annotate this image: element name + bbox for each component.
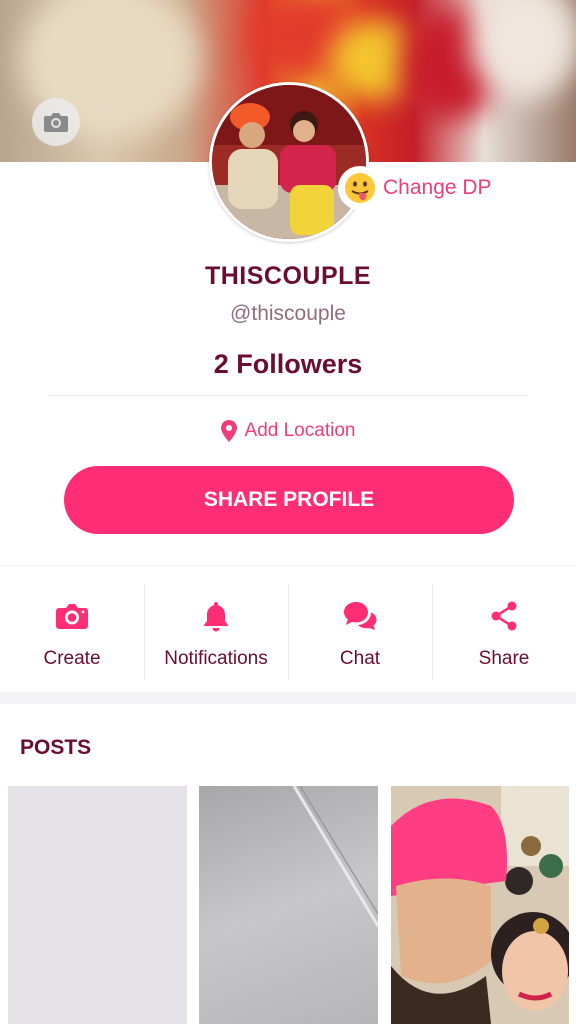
- add-location-label: Add Location: [244, 420, 356, 441]
- chat-label: Chat: [339, 648, 381, 669]
- camera-icon: [56, 604, 88, 629]
- create-label: Create: [43, 648, 101, 669]
- chat-button[interactable]: Chat: [288, 566, 432, 692]
- change-cover-button[interactable]: [32, 98, 80, 146]
- change-dp-button[interactable]: Change DP: [338, 166, 492, 210]
- profile-handle: @thiscouple: [230, 302, 346, 325]
- notifications-button[interactable]: Notifications: [144, 566, 288, 692]
- post-thumbnail[interactable]: [8, 786, 187, 1024]
- bell-icon: [204, 602, 228, 632]
- tongue-emoji-icon: [338, 166, 382, 210]
- action-bar: Create Notifications Chat Share: [0, 566, 576, 692]
- post-thumbnail[interactable]: [199, 786, 378, 1024]
- avatar[interactable]: [209, 82, 369, 242]
- location-pin-icon: [220, 420, 237, 442]
- share-button[interactable]: Share: [432, 566, 576, 692]
- change-dp-label: Change DP: [383, 176, 492, 199]
- divider: [48, 395, 528, 396]
- share-icon: [491, 601, 517, 631]
- camera-icon: [44, 113, 68, 132]
- chat-bubbles-icon: [344, 602, 377, 630]
- create-button[interactable]: Create: [0, 566, 144, 692]
- post-thumbnail[interactable]: [391, 786, 569, 1024]
- add-location-button[interactable]: Add Location: [0, 420, 576, 442]
- followers-count[interactable]: 2 Followers: [0, 349, 576, 380]
- post-image: [292, 786, 378, 927]
- profile-photo: [212, 85, 366, 239]
- share-profile-button[interactable]: SHARE PROFILE: [64, 466, 514, 534]
- posts-section: POSTS: [0, 704, 576, 1024]
- share-label: Share: [478, 648, 530, 669]
- post-image: [391, 786, 569, 1024]
- notifications-label: Notifications: [164, 648, 268, 669]
- profile-name: THISCOUPLE: [204, 262, 372, 290]
- posts-title: POSTS: [20, 736, 92, 759]
